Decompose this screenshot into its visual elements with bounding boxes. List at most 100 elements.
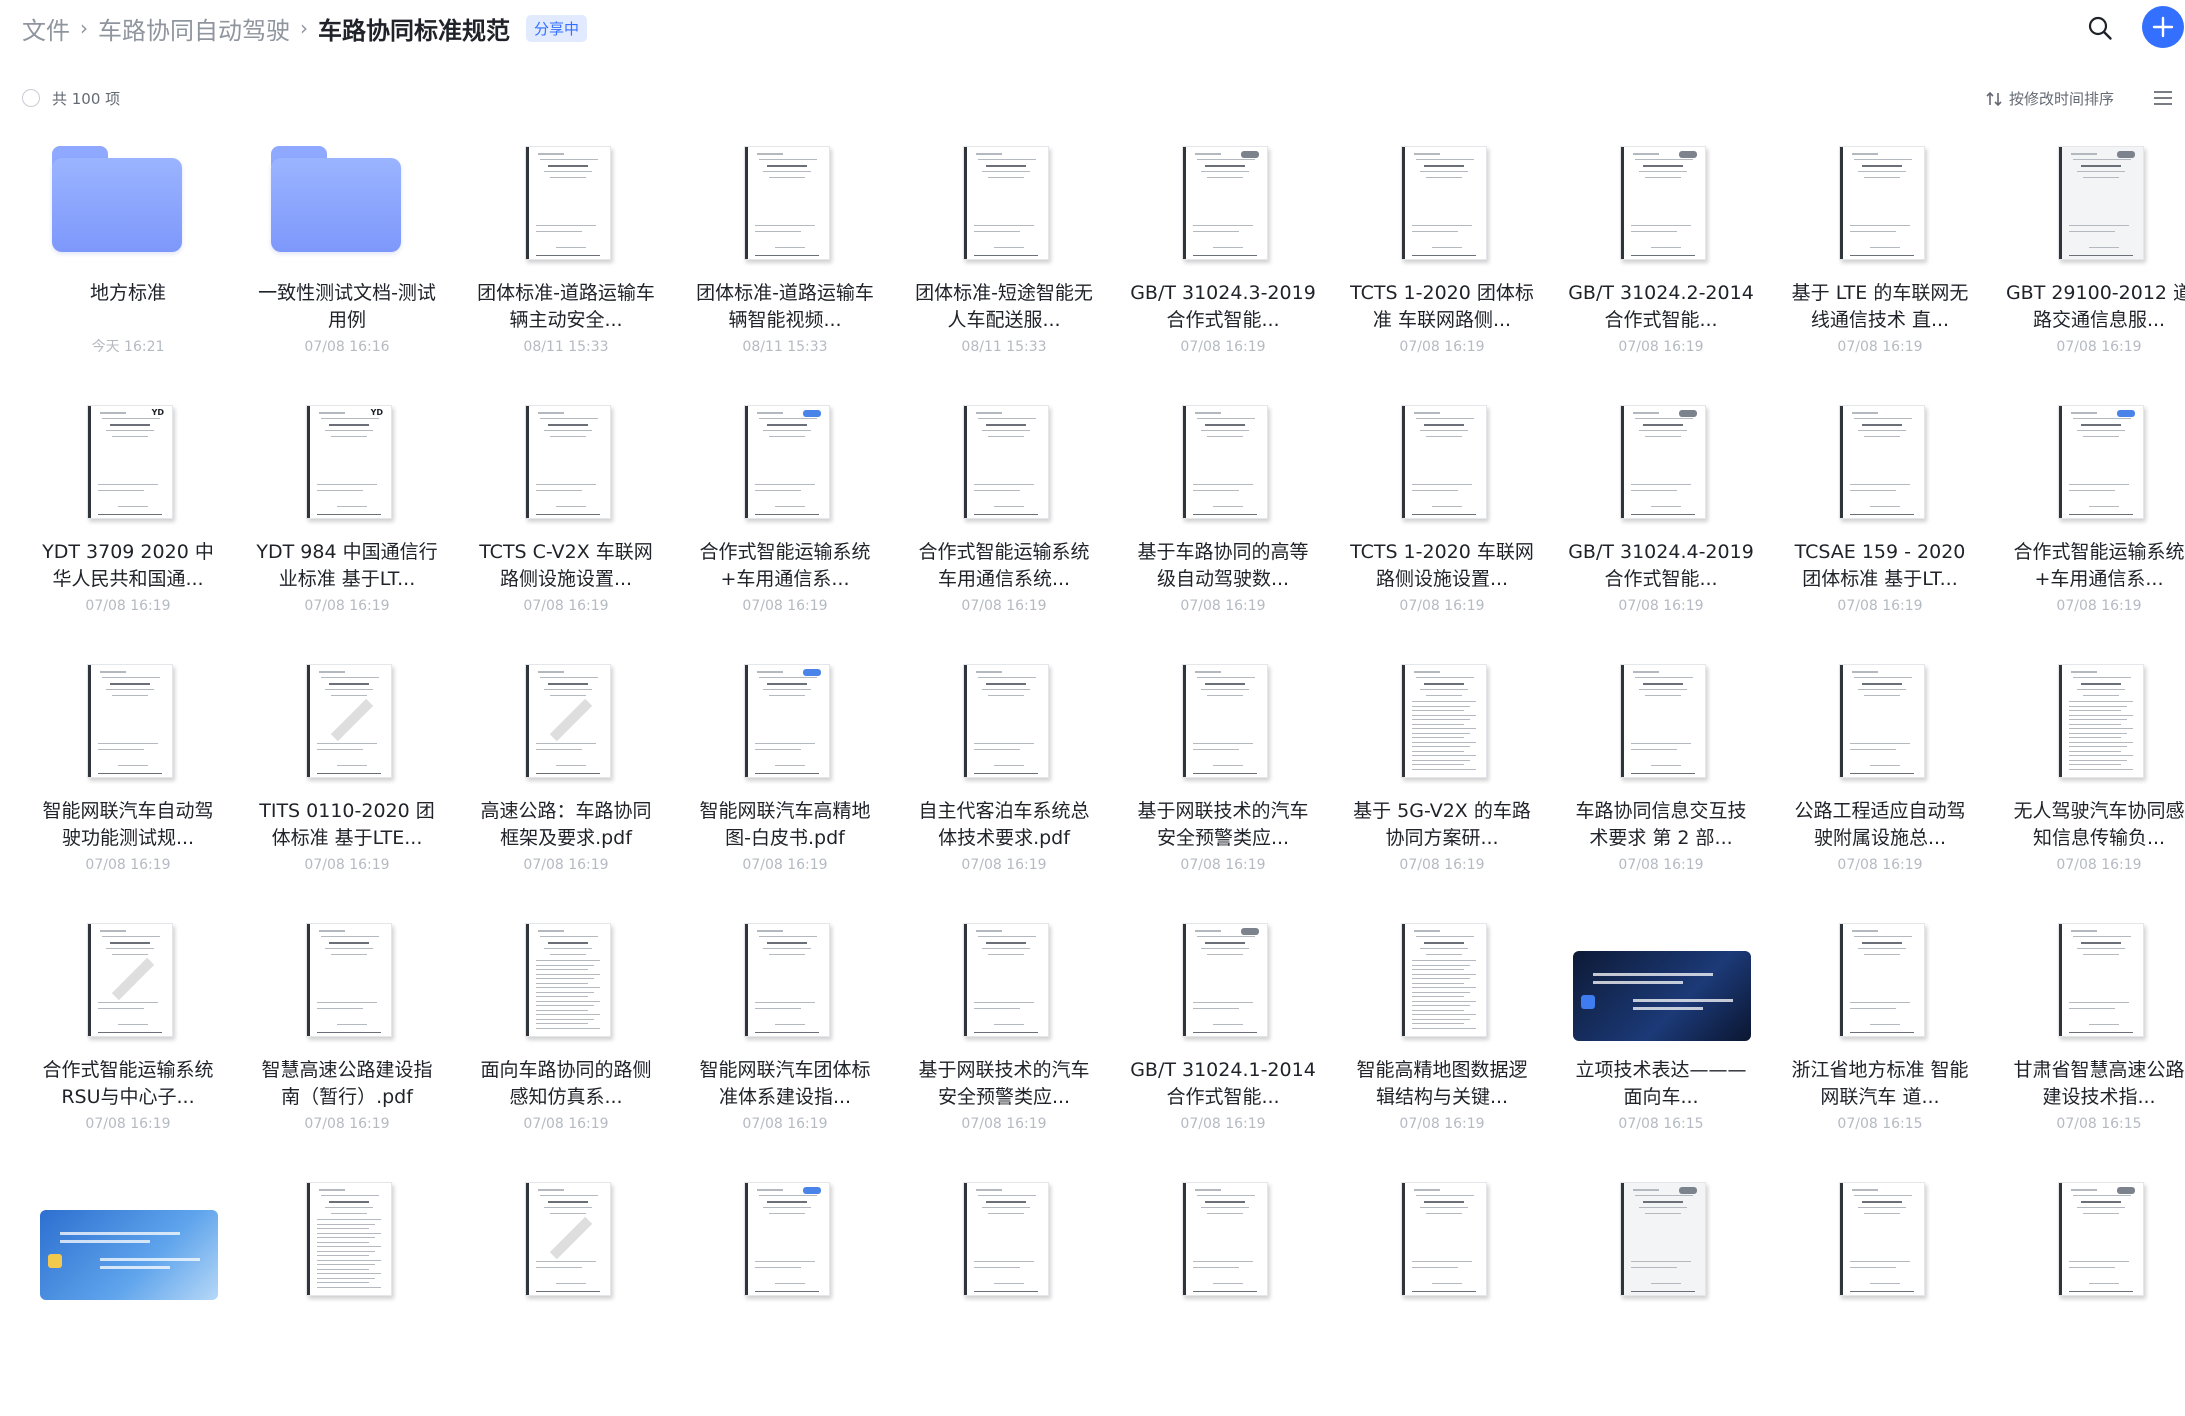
file-item[interactable] (22, 1176, 234, 1416)
view-toggle-button[interactable] (2152, 88, 2176, 110)
file-item[interactable]: 面向车路协同的路侧感知仿真系... 07/08 16:19 (460, 917, 672, 1157)
file-thumbnail (1336, 917, 1548, 1057)
file-item[interactable]: 基于车路协同的高等级自动驾驶数... 07/08 16:19 (1117, 399, 1329, 639)
search-button[interactable] (2082, 10, 2118, 46)
doc-text-line (102, 936, 160, 937)
pdf-document-icon (525, 405, 611, 519)
file-item[interactable]: 基于 5G-V2X 的车路协同方案研... 07/08 16:19 (1336, 658, 1548, 898)
doc-text-line (2069, 1008, 2115, 1009)
file-item[interactable] (1336, 1176, 1548, 1416)
file-item[interactable]: 智能网联汽车自动驾驶功能测试规... 07/08 16:19 (22, 658, 234, 898)
doc-text-line (1852, 153, 1878, 155)
file-item[interactable]: 浙江省地方标准 智能网联汽车 道... 07/08 16:15 (1774, 917, 1986, 1157)
doc-text-line (1635, 677, 1693, 678)
file-item[interactable]: 自主代客泊车系统总体技术要求.pdf 07/08 16:19 (898, 658, 1110, 898)
file-item[interactable]: 高速公路：车路协同框架及要求.pdf 07/08 16:19 (460, 658, 672, 898)
file-item[interactable]: 基于网联技术的汽车安全预警类应... 07/08 16:19 (898, 917, 1110, 1157)
doc-text-line (1412, 1023, 1464, 1024)
file-item[interactable]: 团体标准-短途智能无人车配送服... 08/11 15:33 (898, 140, 1110, 380)
modified-time: 07/08 16:19 (1180, 857, 1266, 873)
add-button[interactable] (2142, 6, 2184, 48)
file-item[interactable]: GBT 29100-2012 道路交通信息服... 07/08 16:19 (1993, 140, 2185, 380)
doc-text-line (1864, 177, 1900, 178)
file-name: 基于网联技术的汽车安全预警类应... (918, 1059, 1090, 1108)
file-item[interactable]: 甘肃省智慧高速公路建设技术指... 07/08 16:15 (1993, 917, 2185, 1157)
file-item[interactable]: 团体标准-道路运输车辆主动安全... 08/11 15:33 (460, 140, 672, 380)
doc-text-line (1412, 973, 1476, 975)
doc-text-line (1424, 424, 1464, 426)
doc-text-line (978, 159, 1036, 160)
doc-text-line (536, 1261, 596, 1262)
doc-text-line (1850, 1267, 1896, 1268)
doc-text-line (1412, 710, 1464, 711)
pdf-document-icon (2058, 1182, 2144, 1296)
file-item[interactable]: 公路工程适应自动驾驶附属设施总... 07/08 16:19 (1774, 658, 1986, 898)
doc-text-line (1412, 737, 1464, 738)
file-item[interactable]: 合作式智能运输系统 车用通信系统... 07/08 16:19 (898, 399, 1110, 639)
file-item[interactable]: TCTS 1-2020 车联网路侧设施设置... 07/08 16:19 (1336, 399, 1548, 639)
select-all-checkbox[interactable] (22, 89, 40, 107)
file-thumbnail (1555, 1176, 1767, 1316)
file-item[interactable] (460, 1176, 672, 1416)
doc-text-line (1631, 225, 1691, 226)
doc-text-line (1412, 1261, 1472, 1262)
file-item[interactable]: 合作式智能运输系统 RSU与中心子... 07/08 16:19 (22, 917, 234, 1157)
folder-item[interactable]: 一致性测试文档-测试用例 07/08 16:16 (241, 140, 453, 380)
file-item[interactable]: YD YDT 3709 2020 中华人民共和国通... 07/08 16:19 (22, 399, 234, 639)
file-item[interactable]: 智能网联汽车高精地图-白皮书.pdf 07/08 16:19 (679, 658, 891, 898)
doc-text-line (1205, 683, 1245, 685)
file-item[interactable]: 团体标准-道路运输车辆智能视频... 08/11 15:33 (679, 140, 891, 380)
breadcrumb-separator: › (80, 16, 88, 40)
doc-text-line (767, 165, 807, 167)
doc-text-line (2077, 171, 2125, 172)
file-item[interactable]: GB/T 31024.4-2019 合作式智能... 07/08 16:19 (1555, 399, 1767, 639)
file-item[interactable] (1993, 1176, 2185, 1416)
pdf-document-icon (2058, 664, 2144, 778)
file-item[interactable]: 合作式智能运输系统+车用通信系... 07/08 16:19 (679, 399, 891, 639)
file-thumbnail (1555, 917, 1767, 1057)
file-item[interactable]: 智能高精地图数据逻辑结构与关键... 07/08 16:19 (1336, 917, 1548, 1157)
doc-text-line (1864, 695, 1900, 696)
doc-text-line (1414, 671, 1440, 673)
file-item[interactable]: GB/T 31024.1-2014 合作式智能... 07/08 16:19 (1117, 917, 1329, 1157)
file-item[interactable] (241, 1176, 453, 1416)
doc-text-line (1862, 424, 1902, 426)
file-item[interactable] (1774, 1176, 1986, 1416)
doc-text-line (974, 1267, 1020, 1268)
doc-text-line (2069, 1261, 2129, 1262)
file-item[interactable]: GB/T 31024.3-2019 合作式智能... 07/08 16:19 (1117, 140, 1329, 380)
file-item[interactable]: TCSAE 159 - 2020 团体标准 基于LT... 07/08 16:19 (1774, 399, 1986, 639)
doc-text-line (986, 942, 1026, 944)
pdf-document-icon (963, 405, 1049, 519)
doc-text-line (2081, 424, 2121, 426)
file-item[interactable]: 无人驾驶汽车协同感知信息传输负... 07/08 16:19 (1993, 658, 2185, 898)
breadcrumb-parent[interactable]: 车路协同自动驾驶 (98, 11, 290, 46)
doc-text-line (317, 1286, 381, 1288)
file-item[interactable] (679, 1176, 891, 1416)
breadcrumb-root[interactable]: 文件 (22, 11, 70, 46)
doc-text-line (769, 695, 805, 696)
file-item[interactable] (1555, 1176, 1767, 1416)
file-item[interactable]: YD YDT 984 中国通信行业标准 基于LT... 07/08 16:19 (241, 399, 453, 639)
file-item[interactable]: GB/T 31024.2-2014 合作式智能... 07/08 16:19 (1555, 140, 1767, 380)
file-item[interactable]: 合作式智能运输系统+车用通信系... 07/08 16:19 (1993, 399, 2185, 639)
file-item[interactable]: 立项技术表达———面向车... 07/08 16:15 (1555, 917, 1767, 1157)
doc-text-line (2069, 710, 2121, 711)
file-thumbnail (1774, 917, 1986, 1057)
file-item[interactable]: TCTS C-V2X 车联网路侧设施设置... 07/08 16:19 (460, 399, 672, 639)
folder-item[interactable]: 地方标准 今天 16:21 (22, 140, 234, 380)
file-item[interactable] (1117, 1176, 1329, 1416)
file-item[interactable]: 基于网联技术的汽车安全预警类应... 07/08 16:19 (1117, 658, 1329, 898)
doc-text-line (1201, 948, 1249, 949)
file-item[interactable]: 车路协同信息交互技术要求 第 2 部... 07/08 16:19 (1555, 658, 1767, 898)
file-item[interactable] (898, 1176, 1110, 1416)
sort-button[interactable]: 按修改时间排序 (1985, 88, 2114, 109)
file-item[interactable]: 智能网联汽车团体标准体系建设指... 07/08 16:19 (679, 917, 891, 1157)
file-item[interactable]: 基于 LTE 的车联网无线通信技术 直... 07/08 16:19 (1774, 140, 1986, 380)
file-item[interactable]: 智慧高速公路建设指南（暂行）.pdf 07/08 16:19 (241, 917, 453, 1157)
modified-time: 08/11 15:33 (742, 339, 828, 355)
doc-text-line (1412, 1018, 1470, 1020)
file-item[interactable]: TCTS 1-2020 团体标准 车联网路侧... 07/08 16:19 (1336, 140, 1548, 380)
file-item[interactable]: TITS 0110-2020 团体标准 基于LTE... 07/08 16:19 (241, 658, 453, 898)
doc-text-line (544, 689, 592, 690)
